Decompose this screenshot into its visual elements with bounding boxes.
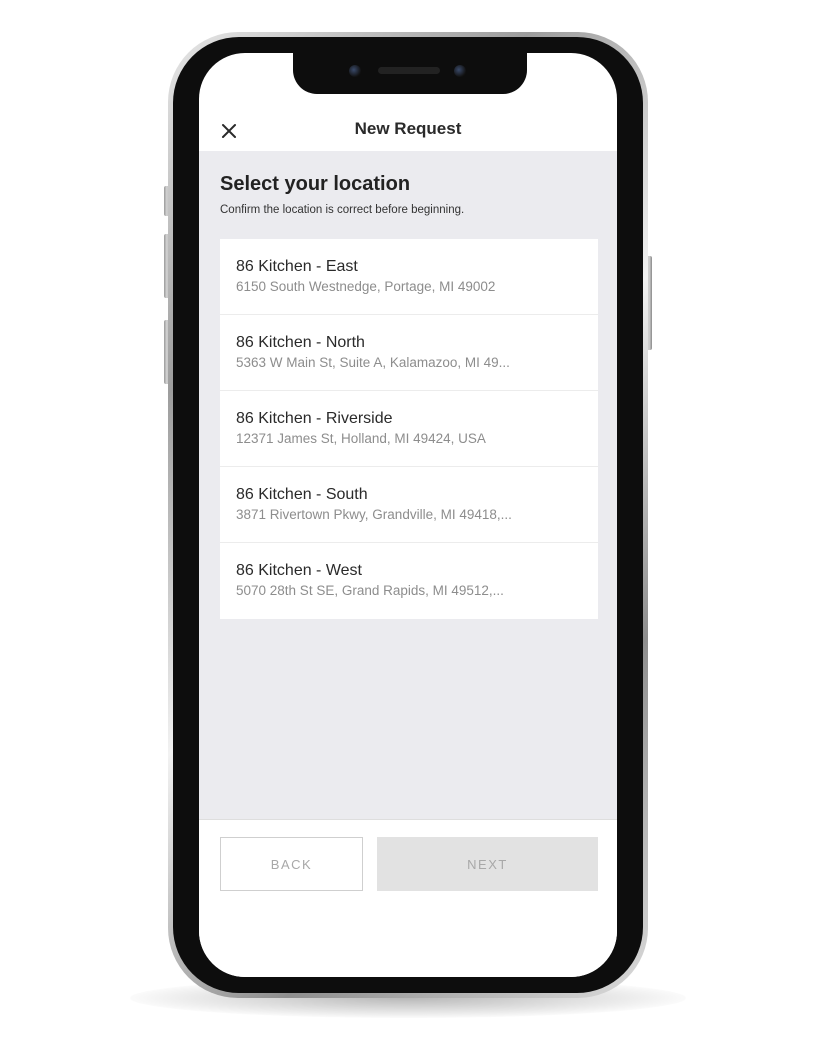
location-item-north[interactable]: 86 Kitchen - North 5363 W Main St, Suite… xyxy=(220,315,598,391)
location-item-east[interactable]: 86 Kitchen - East 6150 South Westnedge, … xyxy=(220,239,598,315)
location-selection-panel: Select your location Confirm the locatio… xyxy=(199,151,617,819)
location-name: 86 Kitchen - East xyxy=(236,258,358,275)
location-address: 6150 South Westnedge, Portage, MI 49002 xyxy=(236,279,496,294)
location-address: 5363 W Main St, Suite A, Kalamazoo, MI 4… xyxy=(236,355,510,370)
section-subtitle: Confirm the location is correct before b… xyxy=(220,204,465,216)
front-sensor xyxy=(454,65,466,77)
back-button[interactable]: BACK xyxy=(220,837,363,891)
next-button[interactable]: NEXT xyxy=(377,837,598,891)
page-title: New Request xyxy=(354,119,462,138)
location-name: 86 Kitchen - West xyxy=(236,562,362,579)
location-address: 3871 Rivertown Pkwy, Grandville, MI 4941… xyxy=(236,507,512,522)
location-name: 86 Kitchen - Riverside xyxy=(236,410,393,427)
location-list: 86 Kitchen - East 6150 South Westnedge, … xyxy=(220,239,598,619)
speaker-grille xyxy=(378,67,440,74)
nav-bar: New Request xyxy=(199,109,617,151)
location-item-south[interactable]: 86 Kitchen - South 3871 Rivertown Pkwy, … xyxy=(220,467,598,543)
location-name: 86 Kitchen - North xyxy=(236,334,365,351)
location-name: 86 Kitchen - South xyxy=(236,486,368,503)
section-title: Select your location xyxy=(220,173,411,195)
phone-screen: New Request Select your location Confirm… xyxy=(199,53,617,977)
location-address: 12371 James St, Holland, MI 49424, USA xyxy=(236,431,486,446)
location-item-west[interactable]: 86 Kitchen - West 5070 28th St SE, Grand… xyxy=(220,543,598,619)
front-camera xyxy=(349,65,361,77)
location-address: 5070 28th St SE, Grand Rapids, MI 49512,… xyxy=(236,583,504,598)
footer-bar: BACK NEXT xyxy=(199,819,617,977)
location-item-riverside[interactable]: 86 Kitchen - Riverside 12371 James St, H… xyxy=(220,391,598,467)
page: New Request Select your location Confirm… xyxy=(0,0,816,1056)
